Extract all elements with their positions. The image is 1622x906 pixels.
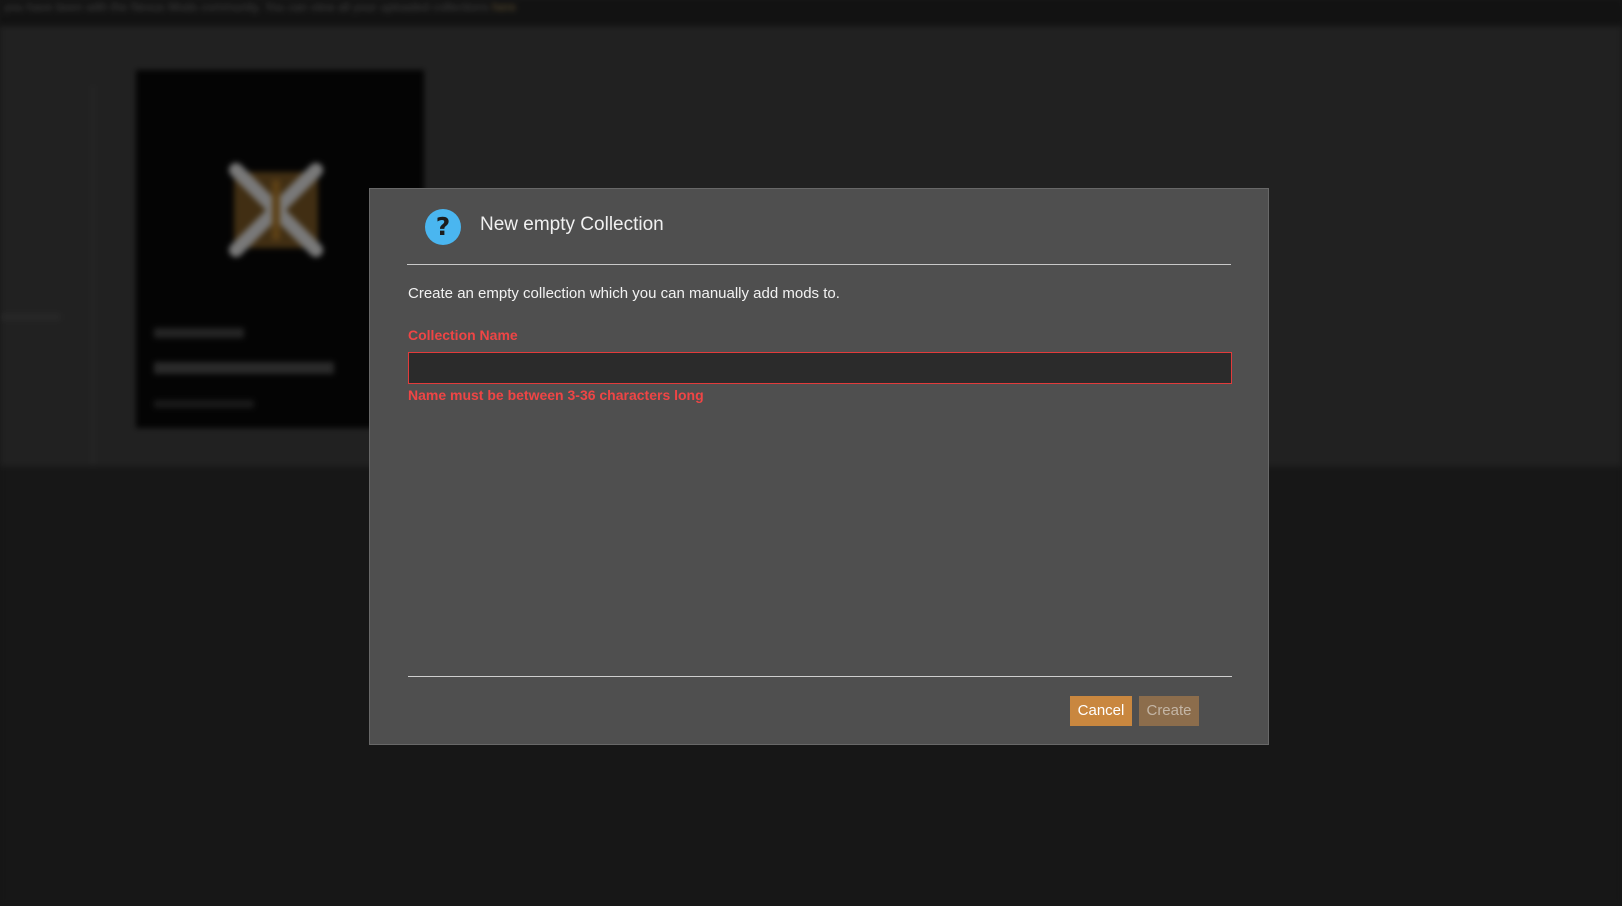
question-mark-icon: ? xyxy=(425,209,461,245)
dialog-footer-divider xyxy=(408,676,1232,677)
dialog-header: ? New empty Collection xyxy=(407,189,1231,265)
create-button[interactable]: Create xyxy=(1139,696,1199,726)
validation-error-message: Name must be between 3-36 characters lon… xyxy=(408,387,704,403)
app-window: you have been with the Nexus Mods commun… xyxy=(0,0,1622,906)
dialog-description: Create an empty collection which you can… xyxy=(408,285,840,302)
cancel-button[interactable]: Cancel xyxy=(1070,696,1132,726)
dialog-title: New empty Collection xyxy=(480,214,664,235)
new-collection-dialog: ? New empty Collection Create an empty c… xyxy=(369,188,1269,745)
collection-name-input[interactable] xyxy=(408,352,1232,384)
collection-name-label: Collection Name xyxy=(408,327,518,343)
